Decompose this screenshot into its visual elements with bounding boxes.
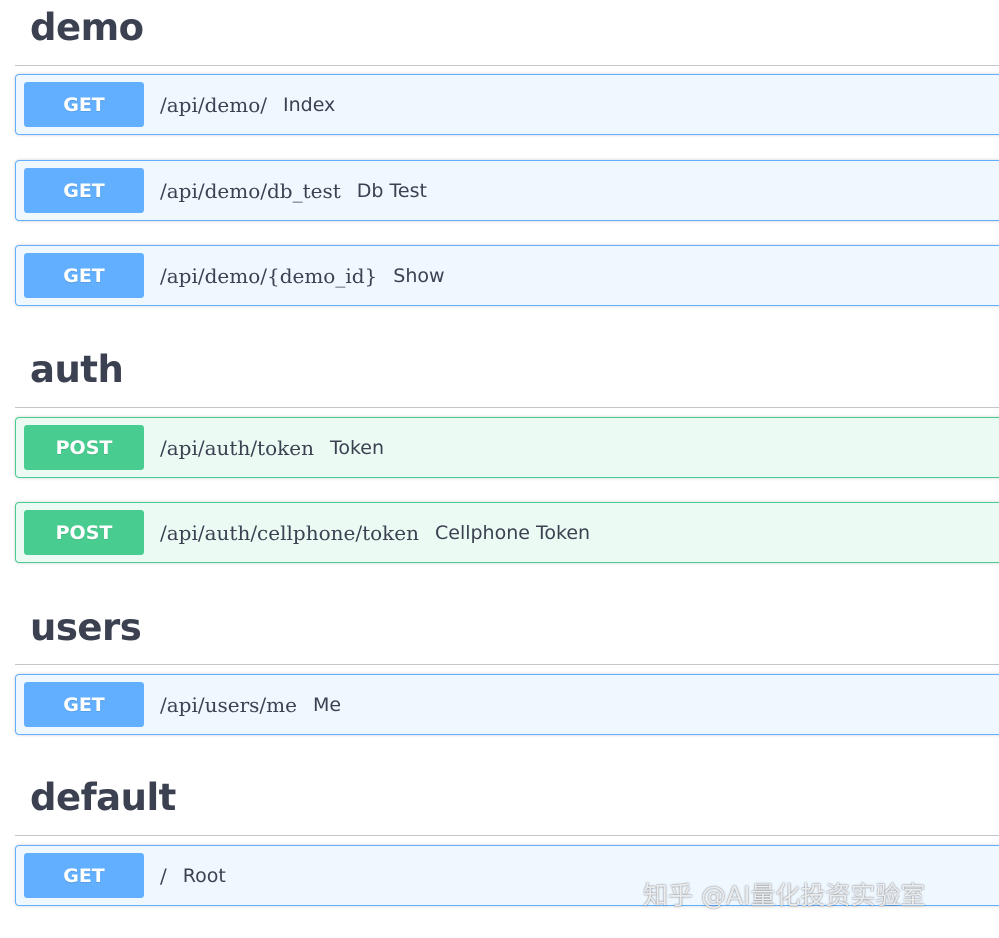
operation-path: /api/demo/{demo_id} (160, 263, 378, 288)
opblock-get-demo-index[interactable]: GET /api/demo/ Index (15, 74, 999, 135)
opblock-get-root[interactable]: GET / Root (15, 845, 999, 906)
tag-section-demo: demo (15, 0, 999, 66)
operation-path: /api/auth/cellphone/token (160, 520, 419, 545)
operation-summary: Db Test (356, 179, 427, 202)
operation-summary: Root (182, 864, 226, 887)
tag-section-auth: auth (15, 342, 999, 408)
opblock-post-auth-cellphone-token[interactable]: POST /api/auth/cellphone/token Cellphone… (15, 502, 999, 563)
operation-path: /api/demo/ (160, 92, 267, 117)
tag-section-default: default (15, 770, 999, 836)
tag-heading-default[interactable]: default (15, 770, 999, 826)
method-badge-get: GET (24, 168, 144, 213)
method-badge-get: GET (24, 82, 144, 127)
method-badge-get: GET (24, 253, 144, 298)
method-badge-post: POST (24, 425, 144, 470)
operation-path: /api/users/me (160, 692, 297, 717)
opblock-get-users-me[interactable]: GET /api/users/me Me (15, 674, 999, 735)
operation-path: / (160, 863, 167, 888)
method-badge-get: GET (24, 853, 144, 898)
operation-summary: Index (282, 93, 336, 116)
tag-heading-auth[interactable]: auth (15, 342, 999, 398)
tag-section-users: users (15, 600, 999, 665)
opblock-post-auth-token[interactable]: POST /api/auth/token Token (15, 417, 999, 478)
tag-divider (15, 65, 999, 66)
method-badge-get: GET (24, 682, 144, 727)
operation-path: /api/auth/token (160, 435, 314, 460)
operation-path: /api/demo/db_test (160, 178, 341, 203)
operation-summary: Me (312, 693, 342, 716)
opblock-get-demo-show[interactable]: GET /api/demo/{demo_id} Show (15, 245, 999, 306)
operation-summary: Show (393, 264, 445, 287)
method-badge-post: POST (24, 510, 144, 555)
operation-summary: Token (329, 436, 385, 459)
tag-heading-users[interactable]: users (15, 600, 999, 656)
tag-divider (15, 664, 999, 665)
tag-divider (15, 407, 999, 408)
tag-heading-demo[interactable]: demo (15, 0, 999, 56)
operation-summary: Cellphone Token (434, 521, 591, 544)
tag-divider (15, 835, 999, 836)
opblock-get-demo-db-test[interactable]: GET /api/demo/db_test Db Test (15, 160, 999, 221)
